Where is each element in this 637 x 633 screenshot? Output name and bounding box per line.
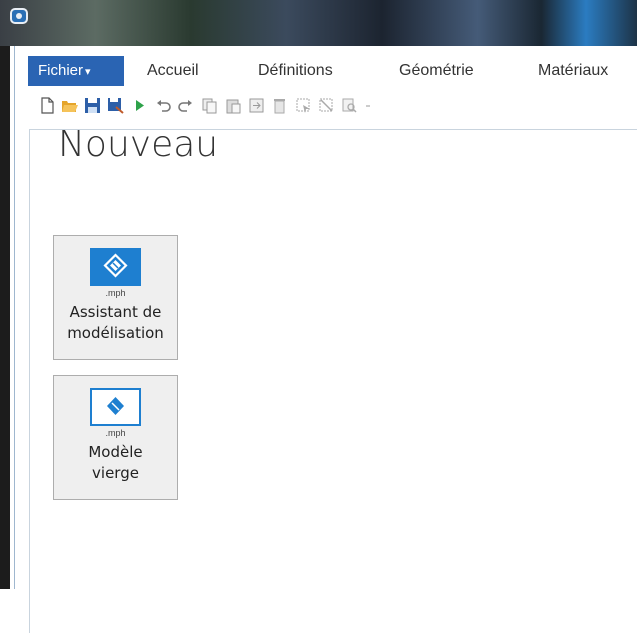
new-file-icon[interactable]: [39, 97, 56, 114]
save-icon[interactable]: [84, 97, 101, 114]
card-label: Modèle vierge: [54, 442, 177, 484]
run-icon[interactable]: [131, 97, 148, 114]
app-icon[interactable]: [10, 8, 28, 24]
tab-fichier[interactable]: Fichier ▾: [28, 56, 124, 86]
delete-icon[interactable]: [271, 97, 288, 114]
file-extension: .mph: [105, 428, 126, 438]
paste-icon[interactable]: [225, 97, 242, 114]
tab-accueil[interactable]: Accueil: [147, 56, 199, 86]
blank-model-icon: [90, 388, 141, 426]
title-bar: [0, 0, 637, 46]
save-as-icon[interactable]: [107, 97, 124, 114]
ribbon-tabs: Fichier ▾ Accueil Définitions Géométrie M…: [15, 56, 637, 86]
undo-icon[interactable]: [155, 97, 172, 114]
zoom-icon[interactable]: [341, 97, 358, 114]
chevron-down-icon: ▾: [85, 66, 91, 78]
tab-fichier-label: Fichier: [38, 62, 84, 79]
file-extension: .mph: [105, 288, 126, 298]
open-folder-icon[interactable]: [61, 97, 78, 114]
blank-model-button[interactable]: .mph Modèle vierge: [53, 375, 178, 500]
wizard-icon: [90, 248, 141, 286]
card-label: Assistant de modélisation: [54, 302, 177, 344]
card-label-line2: modélisation: [67, 324, 164, 342]
model-wizard-button[interactable]: .mph Assistant de modélisation: [53, 235, 178, 360]
card-label-line2: vierge: [92, 464, 139, 482]
select-icon[interactable]: [295, 97, 312, 114]
dropdown-icon[interactable]: [361, 97, 378, 114]
card-label-line1: Modèle: [88, 443, 143, 461]
tab-geometrie[interactable]: Géométrie: [399, 56, 474, 86]
window-left-edge: [0, 0, 10, 589]
copy-icon[interactable]: [201, 97, 218, 114]
tab-materiaux[interactable]: Matériaux: [538, 56, 608, 86]
card-label-line1: Assistant de: [69, 303, 162, 321]
deselect-icon[interactable]: [318, 97, 335, 114]
tab-definitions[interactable]: Définitions: [258, 56, 333, 86]
quick-access-toolbar: [39, 92, 637, 118]
page-title: Nouveau: [58, 124, 219, 165]
duplicate-icon[interactable]: [248, 97, 265, 114]
redo-icon[interactable]: [177, 97, 194, 114]
